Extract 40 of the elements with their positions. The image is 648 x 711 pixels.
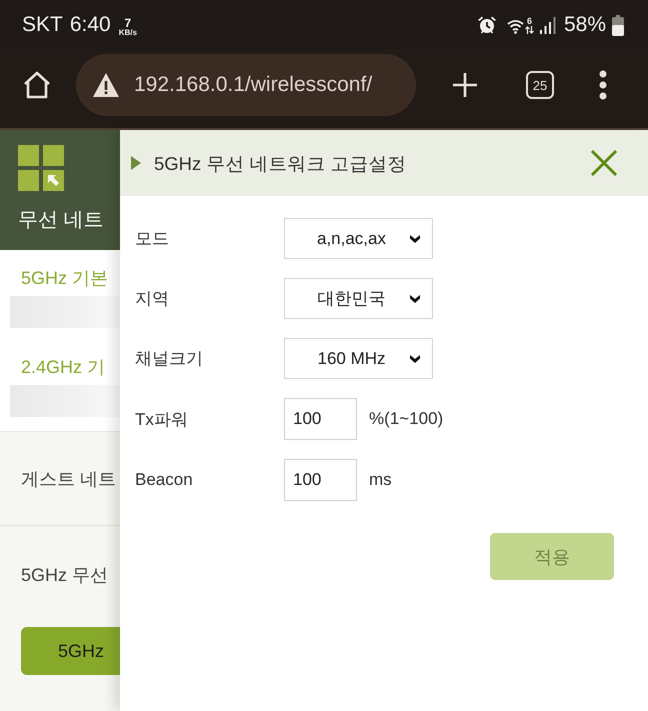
alarm-clock-icon <box>476 15 497 35</box>
wifi-settings-button[interactable]: 5GHz <box>21 627 120 675</box>
menu-icon[interactable] <box>598 70 608 100</box>
unit-label: %(1~100) <box>369 409 444 429</box>
chevron-down-icon <box>410 294 420 303</box>
wifi-standard-label: 6 <box>526 16 532 26</box>
battery-percentage: 58% <box>564 13 606 37</box>
number-field[interactable]: 100 <box>284 398 357 440</box>
number-field[interactable]: 100 <box>284 459 357 501</box>
close-icon[interactable] <box>590 149 618 177</box>
dropdown[interactable]: a,n,ac,ax <box>284 218 433 259</box>
section-title: 5GHz 무선 <box>21 564 108 587</box>
dropdown[interactable]: 160 MHz <box>284 338 433 379</box>
field-label: 채널크기 <box>135 348 203 370</box>
field-label: 모드 <box>135 228 169 250</box>
page-title: 무선 네트 <box>18 208 104 233</box>
field-label: Tx파워 <box>135 408 188 430</box>
network-speed-value: 7 <box>124 17 132 29</box>
network-speed-unit: KB/s <box>118 29 137 37</box>
transfer-arrows-icon <box>524 26 534 34</box>
field-label: Beacon <box>135 470 193 490</box>
url-text: 192.168.0.1/wirelessconf/ <box>134 73 372 97</box>
dropdown[interactable]: 대한민국 <box>284 278 433 319</box>
tab-count-button[interactable]: 25 <box>526 71 554 99</box>
carrier-label: SKT <box>22 13 63 37</box>
plus-icon[interactable] <box>452 72 478 98</box>
battery-icon <box>612 14 624 36</box>
home-icon[interactable] <box>22 70 52 100</box>
wifi-icon <box>506 18 524 34</box>
clock-time: 6:40 <box>70 13 111 37</box>
logo-icon <box>18 145 64 191</box>
triangle-icon <box>131 156 141 170</box>
field-label: 지역 <box>135 288 169 310</box>
chevron-down-icon <box>410 354 420 363</box>
signal-bars-icon <box>540 16 556 34</box>
address-bar[interactable]: 192.168.0.1/wirelessconf/ <box>76 54 416 116</box>
chevron-down-icon <box>410 234 420 243</box>
unit-label: ms <box>369 470 392 490</box>
section-title: 게스트 네트 <box>21 468 116 490</box>
dialog-title: 5GHz 무선 네트워크 고급설정 <box>154 152 407 176</box>
